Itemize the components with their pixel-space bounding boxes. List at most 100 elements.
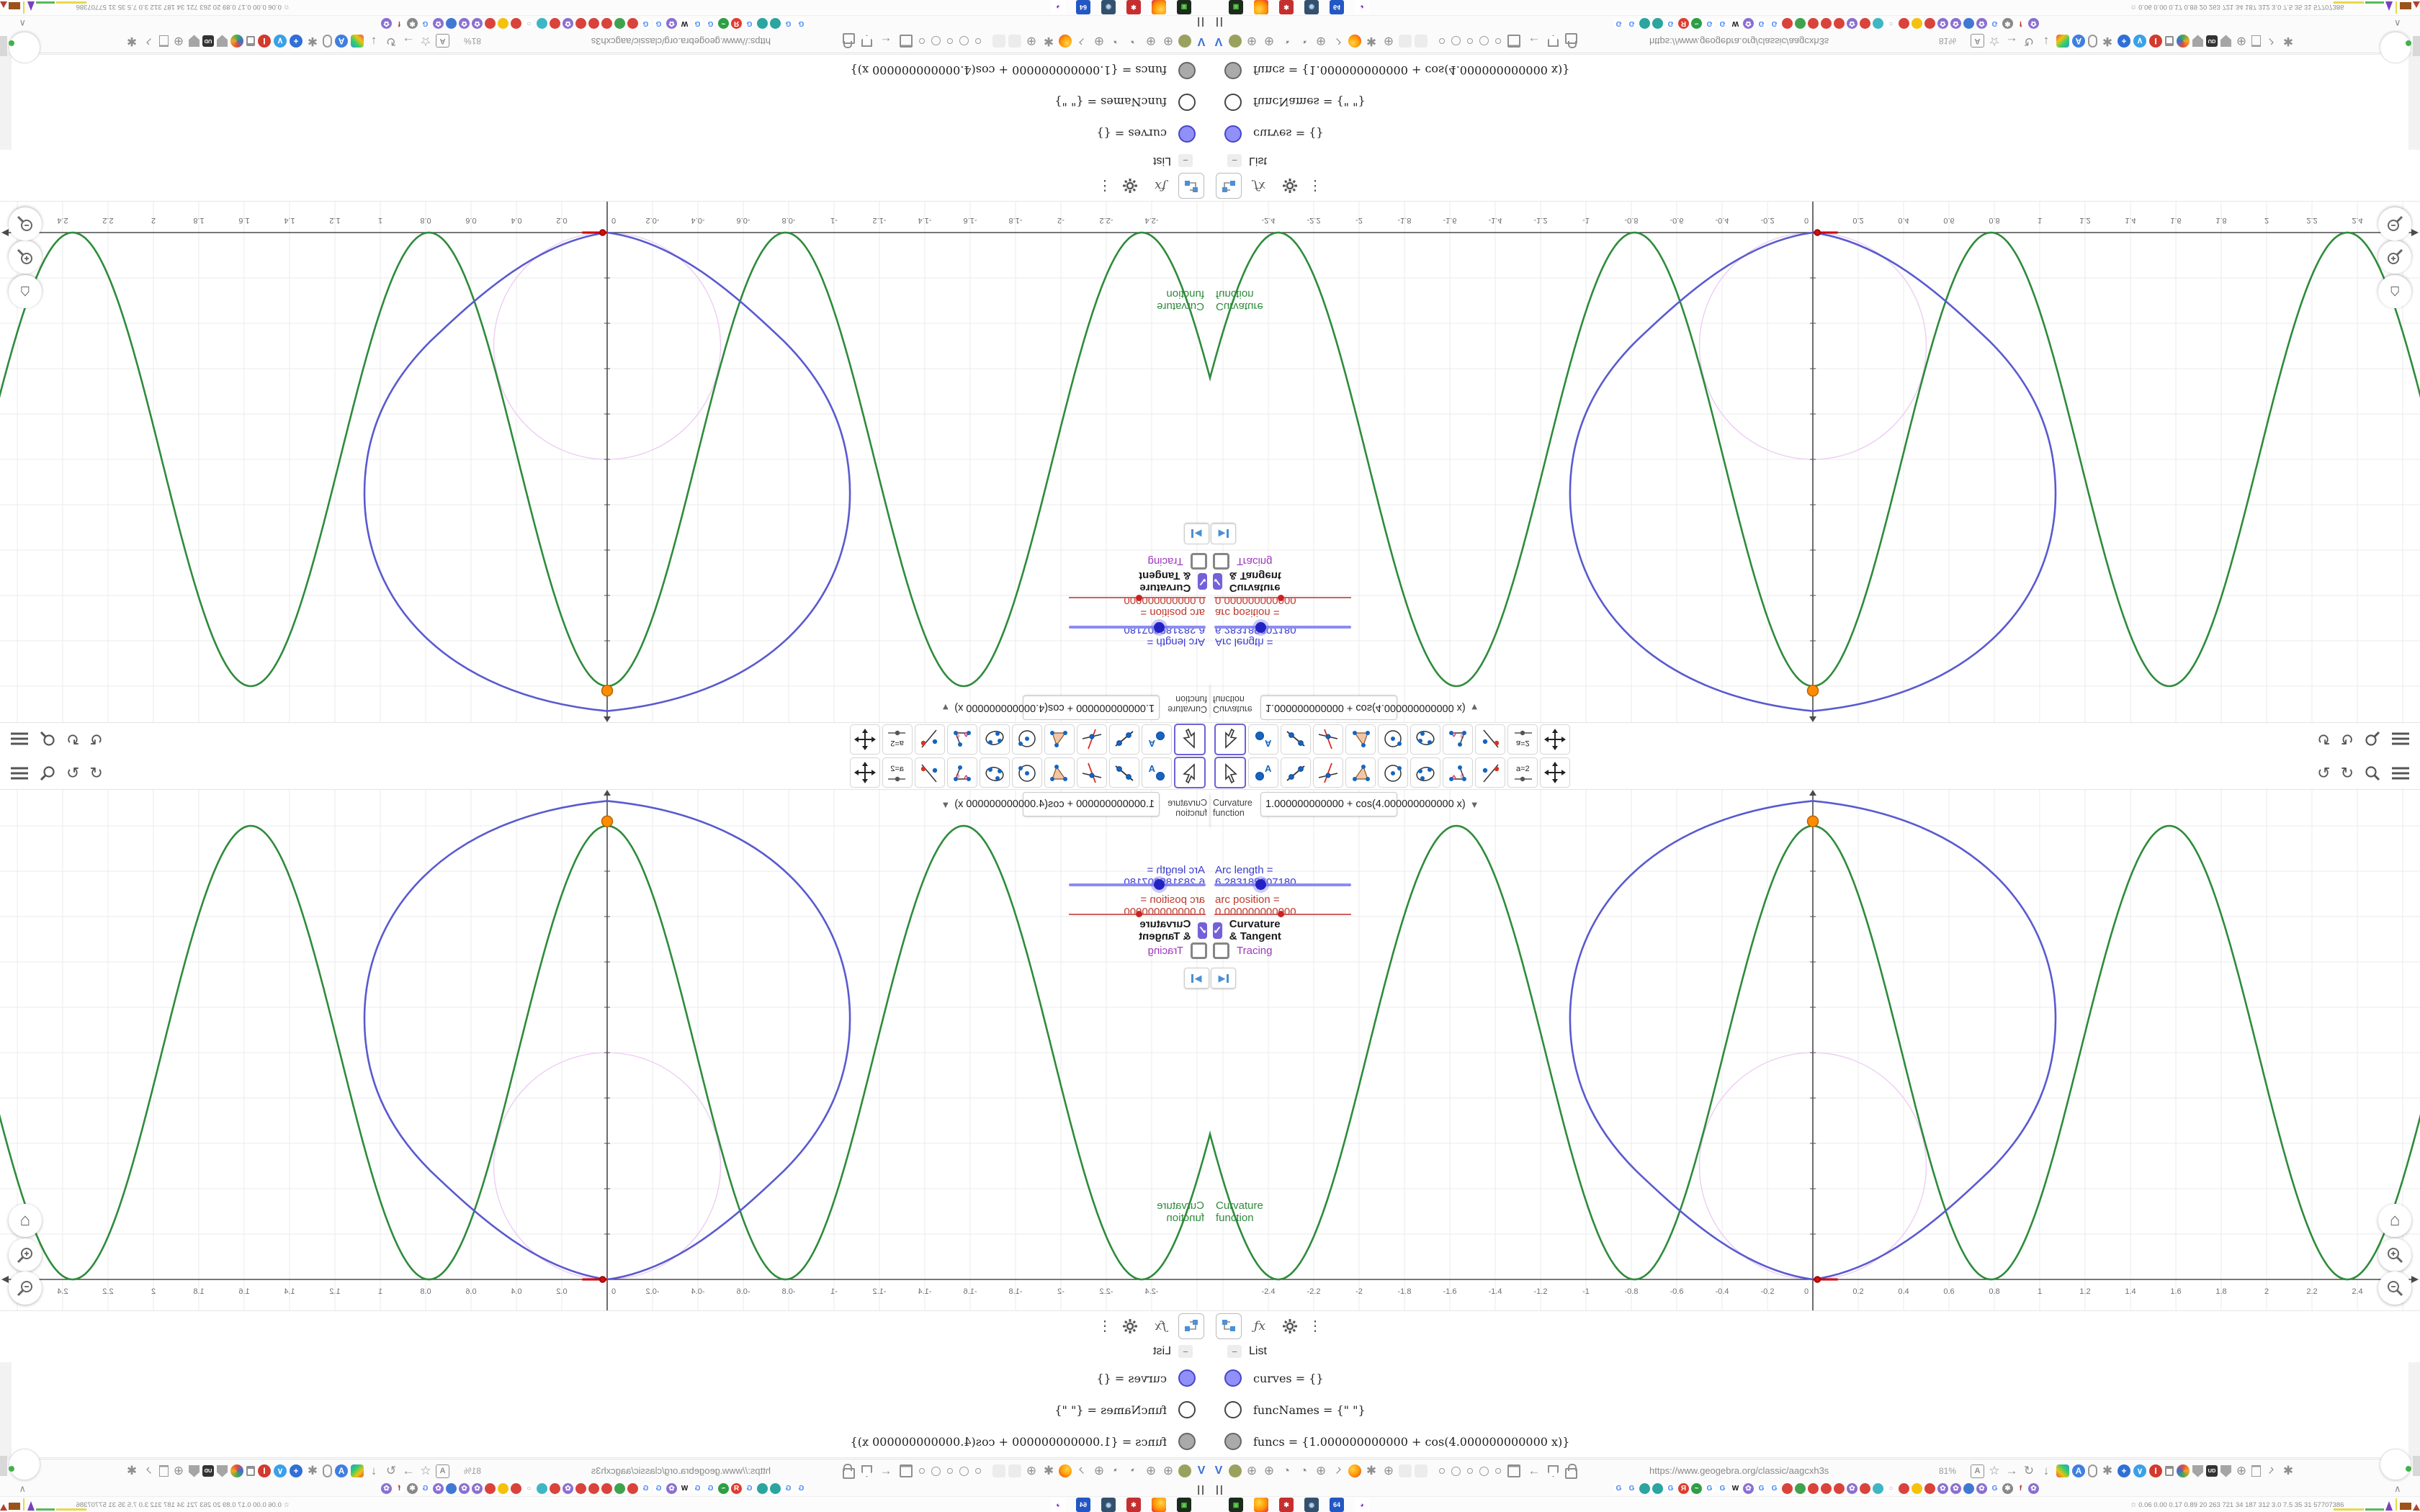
favicon[interactable]: G <box>705 18 716 29</box>
zoom-out-button[interactable] <box>9 207 42 240</box>
trash-icon[interactable] <box>246 1466 255 1476</box>
dos-app-icon[interactable]: 64 <box>1076 0 1090 14</box>
chevron-up-icon[interactable]: ∧ <box>19 17 26 29</box>
url-text[interactable]: https://www.geogebra.org/classic/aagcxh3… <box>1649 1465 1952 1476</box>
v-extension-icon[interactable]: V <box>1194 34 1209 48</box>
slider-tool-button[interactable]: a=2 <box>882 724 913 755</box>
edge-scroll-handle[interactable] <box>0 1456 7 1476</box>
ud-badge-icon[interactable]: UD <box>202 1465 214 1477</box>
star-icon[interactable]: ☆ <box>418 34 433 48</box>
move-view-tool-button[interactable] <box>1540 724 1570 755</box>
settings-button[interactable] <box>1278 174 1302 199</box>
favicon[interactable]: f <box>2015 18 2026 29</box>
back-arrow-icon[interactable]: ← <box>879 34 893 48</box>
favicon[interactable] <box>575 1483 586 1494</box>
forward-arrow-icon[interactable]: → <box>401 34 416 48</box>
favicon[interactable]: G <box>1756 18 1767 29</box>
zoom-out-button[interactable] <box>9 1272 42 1305</box>
kebab-menu-icon[interactable]: ⋮ <box>1098 1317 1112 1335</box>
favicon[interactable]: G <box>1665 1483 1676 1494</box>
kebab-menu-icon[interactable]: ⋮ <box>1308 177 1322 195</box>
edge-scroll-handle[interactable] <box>0 36 7 56</box>
favicon[interactable] <box>1821 18 1832 29</box>
zoom-out-button[interactable] <box>2378 207 2411 240</box>
nav-dot-icon[interactable] <box>959 1466 969 1476</box>
algebra-row-funcnames[interactable]: funcNames = {" "} <box>0 1394 1210 1426</box>
circle-tool-button[interactable] <box>1012 724 1042 755</box>
favicon[interactable] <box>498 18 508 29</box>
polygon-tool-button[interactable] <box>1345 757 1376 788</box>
favicon[interactable]: ○ <box>524 18 534 29</box>
ghost-slot[interactable] <box>1415 35 1428 48</box>
nav-dot-icon[interactable] <box>1467 38 1473 44</box>
download-icon[interactable]: ↓ <box>2039 34 2053 48</box>
circle-tool-button[interactable] <box>1378 757 1408 788</box>
perpendicular-tool-button[interactable] <box>1313 757 1343 788</box>
arc-length-slider[interactable] <box>1214 626 1351 629</box>
star-icon[interactable]: ☆ <box>1987 1464 2002 1478</box>
floating-scroll-button[interactable] <box>2380 1449 2411 1480</box>
page-icon[interactable] <box>2251 35 2261 47</box>
ellipse-tool-button[interactable] <box>980 757 1010 788</box>
favicon[interactable]: f <box>394 18 405 29</box>
favicon[interactable] <box>485 18 496 29</box>
settings-app-icon[interactable]: ✱ <box>1279 1498 1294 1512</box>
favicon[interactable]: ✿ <box>1937 1483 1948 1494</box>
favicon[interactable] <box>757 1483 768 1494</box>
favicon[interactable] <box>1899 1483 1909 1494</box>
step-forward-button[interactable]: ▶ <box>1211 523 1236 544</box>
favicon[interactable] <box>1860 18 1870 29</box>
favicon[interactable]: ~ <box>1691 1483 1702 1494</box>
back-arrow-icon[interactable]: ← <box>1527 1464 1541 1478</box>
favicon[interactable]: ✿ <box>1743 18 1754 29</box>
olive-circle-icon[interactable] <box>1229 35 1242 48</box>
tracing-checkbox[interactable] <box>1191 553 1207 570</box>
olive-circle-icon[interactable] <box>1229 1464 1242 1477</box>
favicon[interactable]: ✱ <box>2002 1483 2013 1494</box>
visibility-toggle[interactable] <box>1178 1369 1196 1387</box>
reload-icon[interactable]: ↻ <box>2022 1464 2036 1478</box>
firefox-app-icon[interactable] <box>1254 0 1268 14</box>
favicon[interactable]: G <box>640 18 651 29</box>
graphics-view[interactable]: -2.4 -2.2 -2 -1.8 -1.6 -1.4 -1.2 -1 -0.8 -0.6 -0.4… <box>0 202 1210 722</box>
folder-icon[interactable] <box>900 1464 913 1477</box>
arc-length-slider[interactable] <box>1214 883 1351 886</box>
globe-icon[interactable]: ⊕ <box>2234 1464 2249 1478</box>
forward-arrow-icon[interactable]: → <box>2004 34 2019 48</box>
globe-icon[interactable]: ⊕ <box>1161 34 1175 48</box>
globe-icon[interactable]: ⊕ <box>171 1464 186 1478</box>
nav-dot-icon[interactable] <box>1451 36 1461 46</box>
favicon[interactable]: ✿ <box>2028 18 2039 29</box>
scrollbar[interactable] <box>0 55 12 150</box>
function-dropdown[interactable]: 1.000000000000 + cos(4.000000000000 x) ▼ <box>1260 792 1479 816</box>
favicon[interactable] <box>1860 1483 1870 1494</box>
zoom-out-button[interactable] <box>2378 1272 2411 1305</box>
redo-icon[interactable]: ↻ <box>2341 765 2354 781</box>
favicon[interactable]: ✿ <box>1976 18 1987 29</box>
shield-down-icon[interactable]: ∨ <box>274 35 287 48</box>
menu-icon[interactable] <box>10 766 29 780</box>
angle-tool-button[interactable]: α <box>1443 724 1473 755</box>
translate-blue-icon[interactable]: A <box>335 35 348 48</box>
undo-icon[interactable]: ↺ <box>2317 765 2330 781</box>
gear-icon[interactable]: ✱ <box>1041 1464 1056 1478</box>
favicon[interactable] <box>1652 1483 1663 1494</box>
line-tool-button[interactable] <box>1281 724 1311 755</box>
collapse-button[interactable]: − <box>1178 154 1193 167</box>
point-tool-button[interactable]: A <box>1142 724 1172 755</box>
favicon[interactable]: G <box>1626 18 1637 29</box>
gear-icon[interactable]: ✱ <box>305 34 320 48</box>
favicon[interactable]: ✿ <box>1976 1483 1987 1494</box>
url-text[interactable]: https://www.geogebra.org/classic/aagcxh3… <box>1649 36 1952 47</box>
nav-dot-icon[interactable] <box>959 36 969 46</box>
chevron-up-icon[interactable]: ∧ <box>2394 1483 2401 1495</box>
highlighter-icon[interactable] <box>2056 35 2069 48</box>
favicon[interactable]: ✿ <box>381 1483 392 1494</box>
dos-app-icon[interactable]: 64 <box>1076 1498 1090 1512</box>
favicon[interactable]: ✿ <box>381 18 392 29</box>
monster-app-icon[interactable]: ◕ <box>1355 1498 1369 1512</box>
arc-length-slider-thumb[interactable] <box>1154 879 1165 890</box>
lock-icon[interactable] <box>1565 1463 1577 1479</box>
monster-app-icon[interactable]: ◕ <box>1051 0 1065 14</box>
favicon[interactable] <box>614 18 625 29</box>
